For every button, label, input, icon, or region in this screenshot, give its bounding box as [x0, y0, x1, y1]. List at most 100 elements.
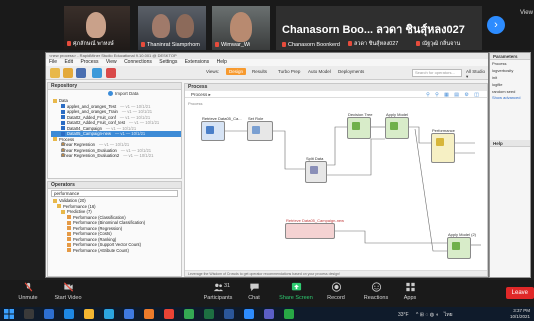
new-process-icon[interactable] [50, 68, 60, 78]
menu-file[interactable]: File [49, 59, 57, 65]
search-icon[interactable] [24, 309, 34, 319]
help-header: Help [490, 140, 530, 147]
folder-icon [53, 137, 57, 142]
parameters-panel: Parameters Process logverbosity init log… [489, 52, 531, 278]
process-panel: Process Process ▸ ⚲ ⚲ ▦ ▤ ⚙ ◫ Process Re… [184, 83, 488, 277]
clock-date: 10/1/2021 [509, 313, 530, 319]
participant-strip: ศุภลักษณ์ พาหงษ์ Thaninrat Siamprhom Wim… [0, 0, 534, 50]
performance-icon [67, 237, 71, 242]
set-role-icon [252, 126, 260, 134]
apps-button[interactable]: Apps [386, 282, 434, 301]
open-process-icon[interactable] [63, 68, 73, 78]
operator-decision-tree[interactable]: Decision Tree [347, 112, 372, 139]
store-icon[interactable] [104, 309, 114, 319]
run-icon[interactable] [92, 68, 102, 78]
mail-icon[interactable] [124, 309, 134, 319]
participant-name: ลวดา ชินสุ์หลง027 [354, 41, 399, 47]
weather-text[interactable]: 33°F [398, 312, 409, 318]
import-data-button[interactable]: Import Data [108, 91, 139, 97]
line-icon[interactable] [284, 309, 294, 319]
operator-split-data[interactable]: Split Data [305, 156, 327, 183]
operator-set-role[interactable]: Set Role [247, 116, 273, 141]
rapidminer-taskbar-icon[interactable] [144, 309, 154, 319]
participant-tile[interactable]: Wimwar_Wi [212, 6, 270, 50]
clock-time: 3:37 PM [513, 308, 530, 313]
performance-icon [67, 242, 71, 247]
menu-help[interactable]: Help [217, 59, 227, 65]
clock[interactable]: 3:37 PM 10/1/2021 [510, 308, 530, 319]
repository-panel: Repository Import Data Data apples_and_o… [47, 82, 182, 179]
featured-participant-tile[interactable]: Chanasorn Boo... ลวดา ชินสุ์หลง027 Chana… [276, 6, 482, 50]
next-page-button[interactable]: › [487, 16, 505, 34]
operator-apply-model[interactable]: Apply Model [385, 112, 409, 139]
studio-selector[interactable]: All Studio ▾ [466, 69, 488, 80]
menu-connections[interactable]: Connections [124, 59, 152, 65]
tab-deployments[interactable]: Deployments [338, 69, 364, 74]
chat-button[interactable]: Chat [230, 282, 278, 301]
process-canvas[interactable]: Process Retrieve Data05_Ca... Set Role D… [185, 99, 487, 265]
dataset-icon [61, 126, 65, 131]
tab-auto-model[interactable]: Auto Model [308, 69, 331, 74]
zoom-taskbar-icon[interactable] [244, 309, 254, 319]
repository-header: Repository [48, 83, 181, 90]
mic-muted-icon [348, 41, 352, 47]
menu-settings[interactable]: Settings [159, 59, 177, 65]
leave-button[interactable]: Leave [505, 287, 534, 299]
split-icon [310, 166, 318, 174]
word-icon[interactable] [224, 309, 234, 319]
operators-tree: Validation (20) Performance (16) Predict… [48, 198, 181, 253]
operator-retrieve-2[interactable]: Retrieve Data05_Campaign-new [285, 218, 344, 239]
participant-name: ศุภลักษณ์ พาหงษ์ [73, 41, 114, 47]
zoom-toolbar: Unmute Start Video Participants 31 Chat … [0, 280, 534, 307]
edge-icon[interactable] [64, 309, 74, 319]
operator-search-global[interactable]: Search for operators... [412, 69, 462, 77]
task-view-icon[interactable] [44, 309, 54, 319]
param-random-seed[interactable]: random seed [490, 88, 530, 95]
operator-apply-model-2[interactable]: Apply Model (2) [447, 232, 476, 259]
tray-icons[interactable]: ^ ⊞ ◌ ◍ ◖ [416, 312, 438, 318]
repository-tree: Data apples_and_oranges_Test — v1 — 10/1/… [48, 98, 181, 159]
menu-view[interactable]: View [106, 59, 117, 65]
save-icon[interactable] [76, 68, 86, 78]
dataset-icon [61, 131, 65, 136]
process-breadcrumb[interactable]: Process ▸ [191, 92, 211, 97]
file-explorer-icon[interactable] [84, 309, 94, 319]
tab-design[interactable]: Design [226, 68, 247, 75]
menu-extensions[interactable]: Extensions [185, 59, 209, 65]
excel-icon[interactable] [204, 309, 214, 319]
windows-start-icon[interactable] [4, 309, 14, 319]
rapidminer-window: <new process> - RapidMiner Studio Educat… [45, 52, 489, 278]
param-logverbosity[interactable]: logverbosity [490, 67, 530, 74]
process-toolbar[interactable]: ⚲ ⚲ ▦ ▤ ⚙ ◫ [426, 92, 481, 99]
language-indicator[interactable]: ไทย [444, 312, 453, 318]
connection-lines [225, 126, 481, 252]
view-button[interactable]: View [520, 10, 533, 16]
mic-muted-icon [416, 41, 420, 47]
chrome-icon[interactable] [184, 309, 194, 319]
participant-tile[interactable]: ศุภลักษณ์ พาหงษ์ [64, 6, 130, 50]
tab-views[interactable]: Views: [206, 69, 219, 74]
operator-performance[interactable]: Performance [431, 128, 455, 163]
participants-icon [213, 283, 223, 292]
participant-name: Wimwar_Wi [221, 42, 251, 48]
office-icon[interactable] [164, 309, 174, 319]
tree-icon [352, 122, 360, 130]
show-advanced-link[interactable]: Show advanced [490, 95, 530, 100]
operator-search-input[interactable]: performance [51, 190, 178, 197]
performance-icon [67, 215, 71, 220]
participant-tile[interactable]: Thaninrat Siamprhom [138, 6, 206, 50]
start-video-button[interactable]: Start Video [44, 282, 92, 301]
database-icon [206, 126, 214, 134]
operator-retrieve-1[interactable]: Retrieve Data05_Ca... [201, 116, 242, 141]
participant-name: ณัฐวุฒิ กลิ่นจาน [422, 41, 461, 47]
tab-turbo-prep[interactable]: Turbo Prep [278, 69, 300, 74]
stop-icon[interactable] [106, 68, 116, 78]
param-logfile[interactable]: logfile [490, 81, 530, 88]
menu-process[interactable]: Process [80, 59, 98, 65]
tree-item[interactable]: Linear Regression_Evaluation2— v1 — 10/1… [51, 153, 181, 159]
teams-icon[interactable] [264, 309, 274, 319]
tab-results[interactable]: Results [252, 69, 267, 74]
param-init[interactable]: init [490, 74, 530, 81]
menu-edit[interactable]: Edit [64, 59, 73, 65]
operator-item[interactable]: Performance (Attribute Count) [51, 248, 181, 254]
